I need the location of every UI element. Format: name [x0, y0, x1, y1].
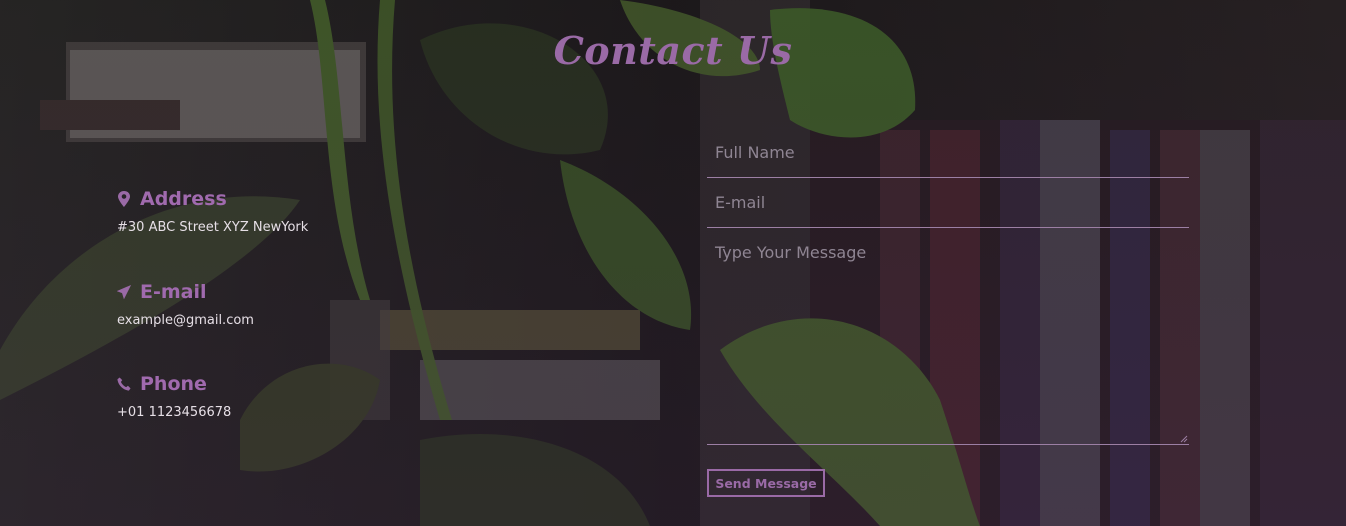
phone-icon	[117, 376, 131, 392]
email-value: example@gmail.com	[117, 313, 254, 328]
address-label: Address	[140, 188, 227, 210]
message-textarea[interactable]: Type Your Message	[707, 243, 1189, 445]
email-label: E-mail	[140, 281, 207, 303]
full-name-placeholder: Full Name	[715, 143, 795, 162]
address-value: #30 ABC Street XYZ NewYork	[117, 220, 309, 235]
address-info: Address #30 ABC Street XYZ NewYork	[117, 188, 308, 235]
message-placeholder: Type Your Message	[715, 243, 867, 262]
email-input[interactable]: E-mail	[707, 193, 1189, 228]
full-name-input[interactable]: Full Name	[707, 143, 1189, 178]
map-pin-icon	[117, 191, 131, 207]
email-info: E-mail example@gmail.com	[117, 281, 254, 328]
phone-value: +01 1123456678	[117, 405, 232, 420]
phone-info: Phone +01 1123456678	[117, 373, 231, 420]
page-title: Contact Us	[553, 28, 793, 73]
resize-handle-icon[interactable]	[1180, 435, 1188, 443]
paper-plane-icon	[117, 284, 131, 300]
email-placeholder: E-mail	[715, 193, 766, 212]
phone-label: Phone	[140, 373, 207, 395]
send-message-button[interactable]: Send Message	[707, 469, 825, 497]
